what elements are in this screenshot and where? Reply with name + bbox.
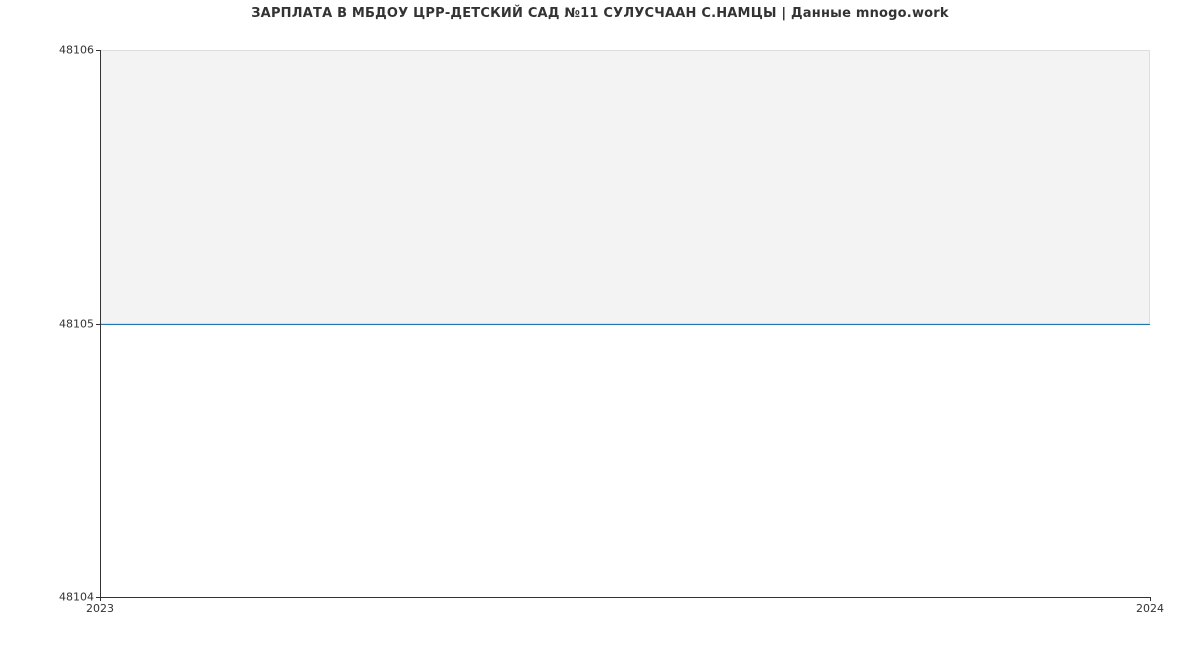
- x-axis-spine: [100, 597, 1150, 598]
- x-tick-mark: [1150, 597, 1151, 601]
- x-tick-label: 2024: [1136, 602, 1164, 615]
- fill-region: [100, 50, 1150, 324]
- y-tick-mark: [96, 324, 100, 325]
- chart-title: ЗАРПЛАТА В МБДОУ ЦРР-ДЕТСКИЙ САД №11 СУЛ…: [0, 6, 1200, 21]
- y-tick-label: 48105: [4, 317, 94, 330]
- y-axis-spine: [100, 50, 101, 597]
- x-tick-mark: [100, 597, 101, 601]
- data-line: [100, 324, 1150, 325]
- x-tick-label: 2023: [86, 602, 114, 615]
- y-tick-label: 48106: [4, 44, 94, 57]
- chart-container: ЗАРПЛАТА В МБДОУ ЦРР-ДЕТСКИЙ САД №11 СУЛ…: [0, 0, 1200, 650]
- y-tick-mark: [96, 50, 100, 51]
- y-tick-label: 48104: [4, 591, 94, 604]
